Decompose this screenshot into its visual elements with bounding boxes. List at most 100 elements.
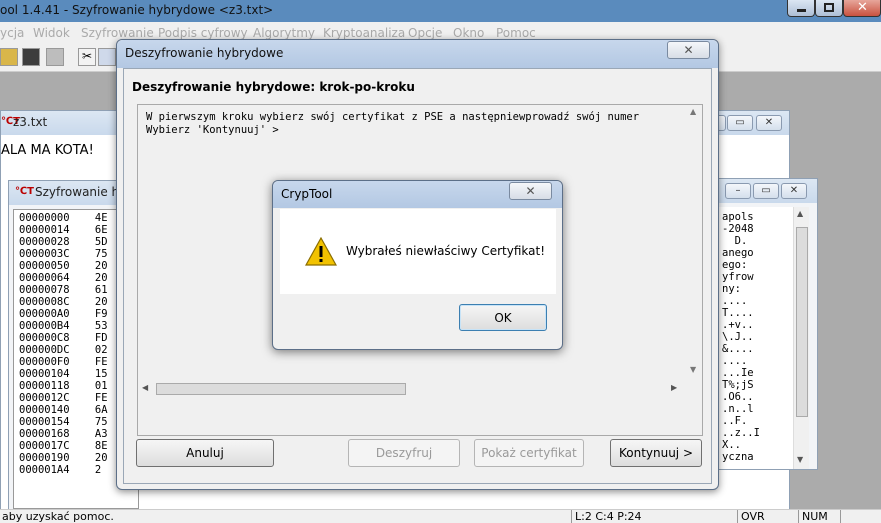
- hex-offset: 0000003C: [19, 248, 70, 260]
- hex-offset: 0000012C: [19, 392, 70, 404]
- status-num: NUM: [798, 510, 838, 523]
- hex-offset: 00000168: [19, 428, 70, 440]
- msgbox-message: Wybrałeś niewłaściwy Certyfikat!: [346, 244, 546, 258]
- status-help-text: aby uzyskać pomoc.: [2, 510, 114, 523]
- menu-cryptanalysis[interactable]: Kryptoanaliza: [323, 26, 405, 40]
- text-line: yfrow: [722, 271, 754, 283]
- dialog-vertical-scrollbar[interactable]: ▲ ▼: [686, 105, 702, 381]
- text-restore-button[interactable]: ▭: [753, 183, 779, 199]
- text-line: \.J..: [722, 331, 754, 343]
- hex-offset: 000000DC: [19, 344, 70, 356]
- text-line: ..F.: [722, 415, 748, 427]
- hex-byte: 75: [94, 248, 108, 260]
- hex-byte: 20: [94, 452, 108, 464]
- hex-offset: 00000140: [19, 404, 70, 416]
- text-line: D.: [722, 235, 748, 247]
- text-minimize-button[interactable]: –: [725, 183, 751, 199]
- text-close-button[interactable]: ✕: [781, 183, 807, 199]
- hex-offset: 00000064: [19, 272, 70, 284]
- text-line: X..: [722, 439, 741, 451]
- save-icon[interactable]: [22, 48, 40, 66]
- hex-byte: A3: [94, 428, 108, 440]
- hex-offset: 00000014: [19, 224, 70, 236]
- scroll-down-icon: ▼: [690, 365, 697, 374]
- z3-title: z3.txt: [13, 115, 48, 129]
- text-line: yczna: [722, 451, 754, 463]
- ok-button[interactable]: OK: [459, 304, 547, 331]
- hex-offset: 00000190: [19, 452, 70, 464]
- hex-byte: FD: [94, 332, 108, 344]
- text-line: ny:: [722, 283, 741, 295]
- hex-offset: 00000104: [19, 368, 70, 380]
- cryptool-doc-icon: ℃T: [15, 186, 34, 197]
- hex-byte: 20: [94, 296, 108, 308]
- continue-button[interactable]: Kontynuuj >: [610, 439, 702, 467]
- msgbox-close-button[interactable]: ✕: [509, 182, 552, 200]
- text-window: – ▭ ✕ apols -2048 D. anego ego: yfrow ny:....…: [716, 178, 818, 470]
- cancel-button[interactable]: Anuluj: [136, 439, 274, 467]
- cut-icon[interactable]: ✂: [78, 48, 96, 66]
- status-position: L:2 C:4 P:24: [571, 510, 735, 523]
- menu-options[interactable]: Opcje: [408, 26, 442, 40]
- text-vertical-scrollbar[interactable]: ▲ ▼: [793, 207, 809, 469]
- print-icon[interactable]: [46, 48, 64, 66]
- msgbox-content: Wybrałeś niewłaściwy Certyfikat!: [280, 209, 556, 294]
- hex-offset: 00000000: [19, 212, 70, 224]
- maximize-button[interactable]: [815, 0, 843, 17]
- hex-offset: 000000C8: [19, 332, 70, 344]
- menu-algorithms[interactable]: Algorytmy: [253, 26, 315, 40]
- hex-offset: 000000A0: [19, 308, 70, 320]
- text-line: ..z..I: [722, 427, 760, 439]
- maximize-icon: [824, 3, 834, 12]
- minimize-button[interactable]: [787, 0, 815, 17]
- hex-byte: 15: [94, 368, 108, 380]
- status-empty: [840, 510, 881, 523]
- menu-view[interactable]: Widok: [33, 26, 70, 40]
- hex-byte: 53: [94, 320, 108, 332]
- text-view[interactable]: apols -2048 D. anego ego: yfrow ny:.... T.....…: [717, 207, 793, 469]
- close-icon: ✕: [525, 184, 536, 198]
- msgbox-title-bar: CrypTool ✕: [273, 181, 562, 208]
- menu-encrypt[interactable]: Szyfrowanie: [81, 26, 154, 40]
- open-icon[interactable]: [0, 48, 18, 66]
- show-certificate-button[interactable]: Pokaż certyfikat: [474, 439, 584, 467]
- hex-offset: 00000028: [19, 236, 70, 248]
- scroll-left-icon: ◀: [142, 383, 149, 392]
- menu-signature[interactable]: Podpis cyfrowy: [158, 26, 248, 40]
- hex-byte: FE: [94, 356, 108, 368]
- dialog-horizontal-scrollbar[interactable]: ◀ ▶: [138, 381, 685, 397]
- menu-edit[interactable]: ycja: [0, 26, 24, 40]
- decrypt-button[interactable]: Deszyfruj: [348, 439, 460, 467]
- scroll-up-icon: ▲: [690, 107, 697, 116]
- menu-help[interactable]: Pomoc: [496, 26, 536, 40]
- hex-offset: 000000F0: [19, 356, 70, 368]
- hex-byte: 8E: [94, 440, 108, 452]
- text-line: T%;jS: [722, 379, 754, 391]
- dialog-close-button[interactable]: ✕: [667, 41, 710, 59]
- hex-byte: 20: [94, 260, 108, 272]
- z3-restore-button[interactable]: ▭: [727, 115, 753, 131]
- hex-offset: 0000017C: [19, 440, 70, 452]
- text-line: -2048: [722, 223, 754, 235]
- close-icon: ✕: [857, 0, 868, 15]
- text-line: .n..l: [722, 403, 754, 415]
- dialog-text-line-2: Wybierz 'Kontynuuj' >: [146, 124, 279, 136]
- close-button[interactable]: ✕: [843, 0, 881, 17]
- hex-byte: F9: [94, 308, 108, 320]
- scroll-up-icon: ▲: [797, 209, 804, 218]
- text-line: ego:: [722, 259, 748, 271]
- text-line: ...Ie: [722, 367, 754, 379]
- hex-byte: 01: [94, 380, 108, 392]
- hex-byte: 6A: [94, 404, 108, 416]
- scroll-thumb[interactable]: [796, 227, 808, 417]
- menu-window[interactable]: Okno: [453, 26, 484, 40]
- hex-byte: 2: [94, 464, 102, 476]
- minimize-icon: [797, 9, 806, 12]
- hex-offset: 00000050: [19, 260, 70, 272]
- hex-offset: 00000118: [19, 380, 70, 392]
- z3-close-button[interactable]: ✕: [756, 115, 782, 131]
- dialog-heading: Deszyfrowanie hybrydowe: krok-po-kroku: [132, 80, 415, 94]
- copy-icon[interactable]: [98, 48, 116, 66]
- scroll-thumb[interactable]: [156, 383, 406, 395]
- app-title: ool 1.4.41 - Szyfrowanie hybrydowe <z3.t…: [0, 3, 274, 17]
